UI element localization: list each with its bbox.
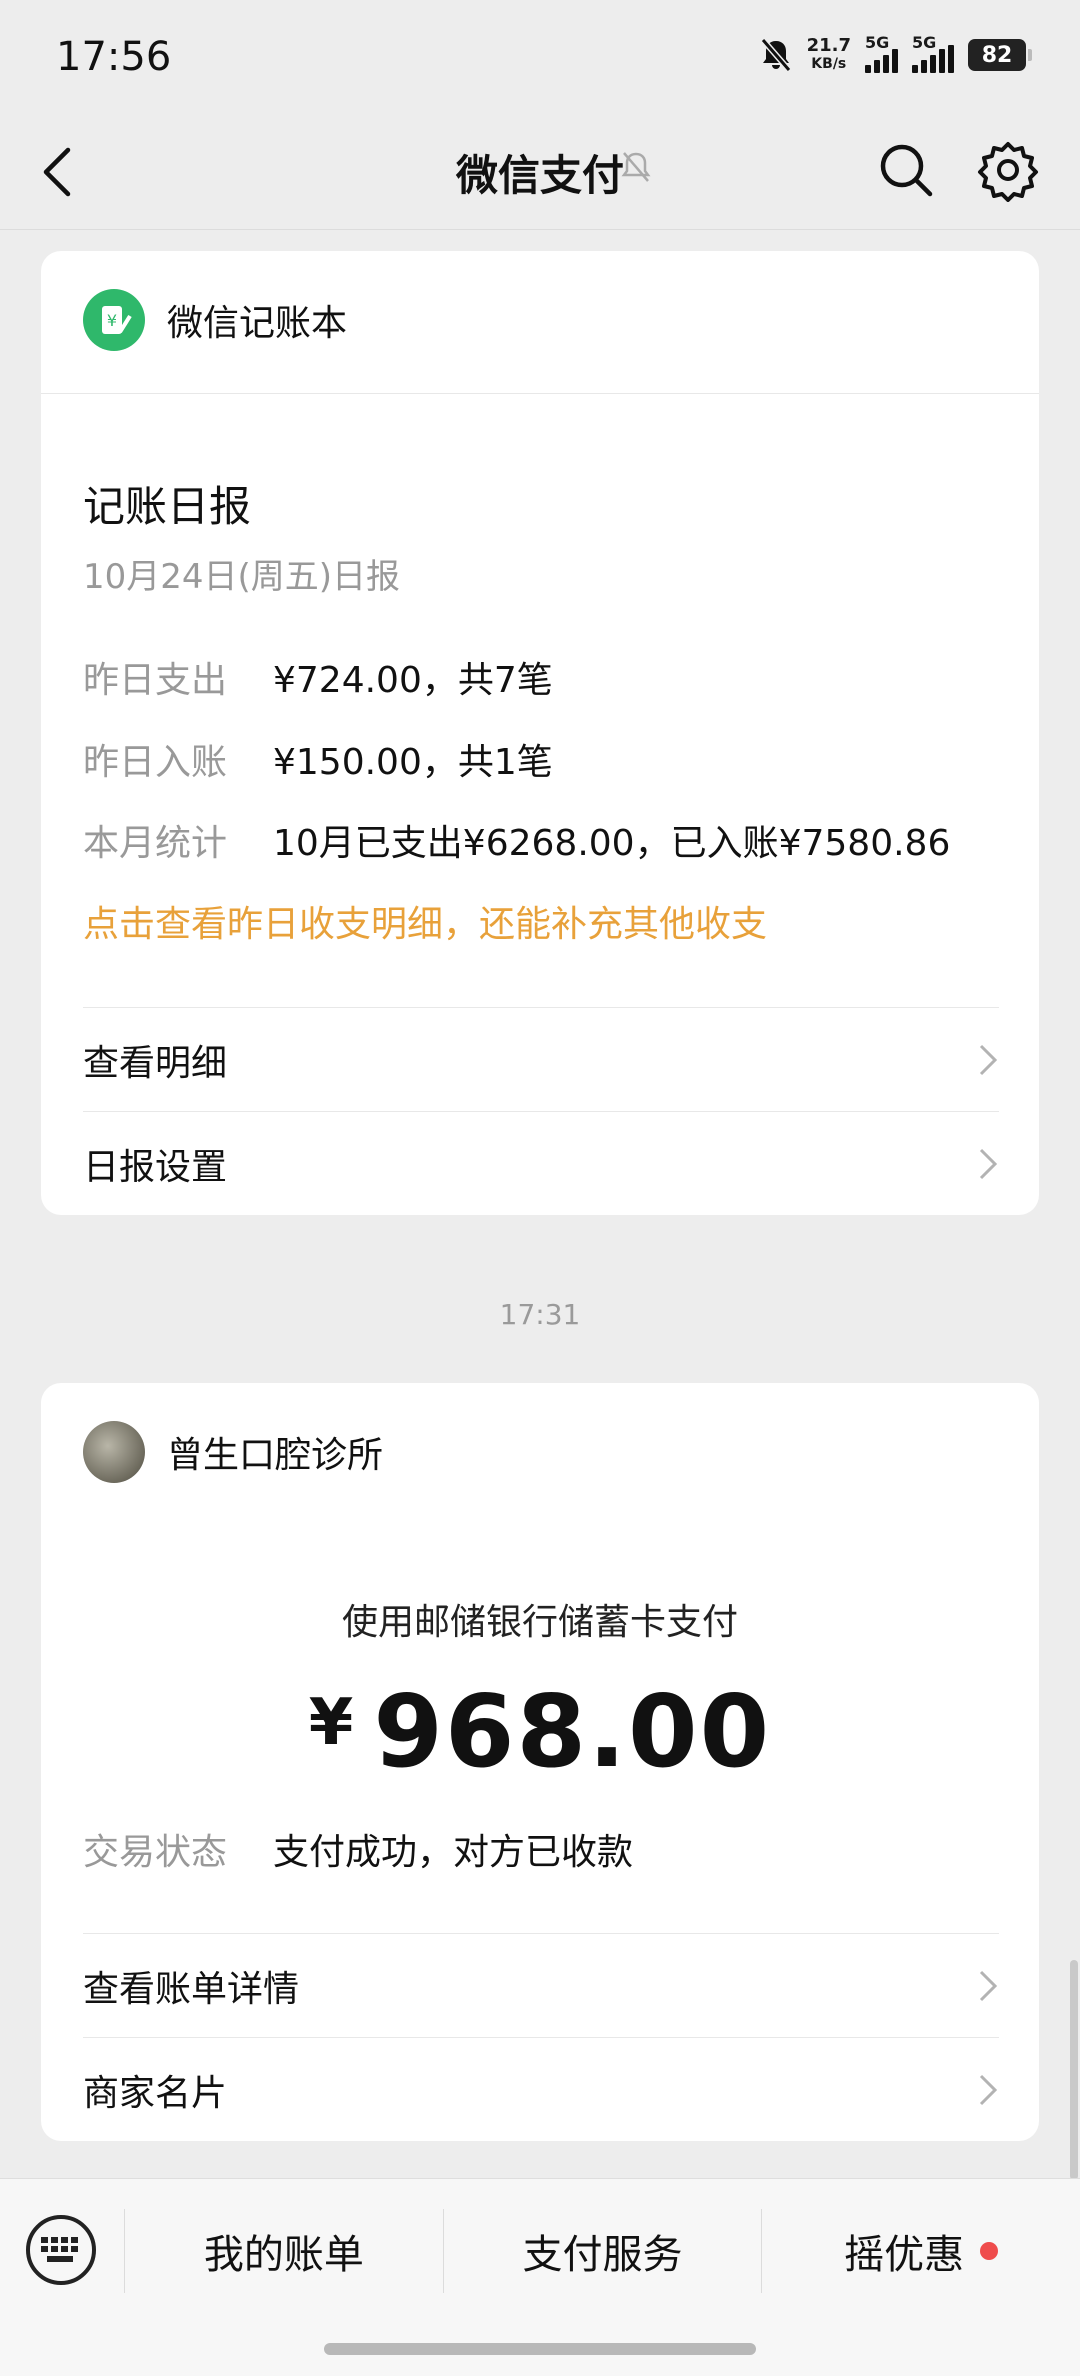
search-icon[interactable] (876, 140, 936, 200)
report-settings-item[interactable]: 日报设置 (83, 1111, 999, 1215)
tab-payment-services[interactable]: 支付服务 (442, 2209, 762, 2293)
sim2-label: 5G (912, 33, 937, 52)
amount-value: 968.00 (373, 1673, 772, 1790)
keyboard-icon[interactable] (26, 2215, 96, 2285)
tab-shake-offers[interactable]: 摇优惠 (761, 2209, 1080, 2293)
item-label: 日报设置 (83, 1146, 228, 1188)
merchant-name: 曾生口腔诊所 (167, 1435, 384, 1476)
row-label: 昨日支出 (83, 660, 228, 701)
row-label: 交易状态 (83, 1832, 228, 1873)
network-speed-unit: KB/s (811, 56, 847, 72)
notification-dot (980, 2242, 999, 2260)
network-speed: 21.7 KB/s (807, 36, 851, 74)
bottom-tabs: 我的账单 支付服务 摇优惠 (124, 2209, 1080, 2293)
payment-notice-card[interactable]: 曾生口腔诊所 使用邮储银行储蓄卡支付 ¥968.00 交易状态 支付成功，对方已… (41, 1383, 1039, 2141)
svg-text:¥: ¥ (107, 311, 117, 330)
sim1-label: 5G (865, 33, 890, 52)
report-row-expense: 昨日支出 ¥724.00，共7笔 (83, 651, 553, 703)
report-title: 记账日报 (83, 482, 252, 531)
ledger-card-header: ¥ 微信记账本 (83, 289, 347, 351)
merchant-card-item[interactable]: 商家名片 (83, 2037, 999, 2141)
divider (41, 393, 1039, 394)
item-label: 商家名片 (83, 2072, 228, 2114)
view-details-item[interactable]: 查看明细 (83, 1007, 999, 1111)
mute-bell-icon (760, 38, 791, 72)
scrollbar[interactable] (1070, 1960, 1078, 2180)
signal-icon-sim2: 5G (912, 33, 954, 73)
status-bar: 17:56 21.7 KB/s 5G 5G 82 (0, 0, 1080, 118)
currency-symbol: ¥ (308, 1686, 356, 1760)
merchant-avatar (83, 1421, 145, 1483)
report-row-monthly: 本月统计 10月已支出¥6268.00，已入账¥7580.86 (83, 814, 950, 866)
ledger-card-name: 微信记账本 (167, 303, 348, 344)
tab-label: 支付服务 (522, 2232, 683, 2278)
row-value: ¥150.00，共1笔 (273, 742, 553, 783)
payment-card-header: 曾生口腔诊所 (83, 1421, 383, 1483)
muted-bell-icon (621, 152, 651, 182)
tab-my-bills[interactable]: 我的账单 (124, 2209, 443, 2293)
network-speed-value: 21.7 (806, 35, 851, 56)
report-row-income: 昨日入账 ¥150.00，共1笔 (83, 733, 553, 785)
payment-method: 使用邮储银行储蓄卡支付 (341, 1602, 738, 1643)
item-label: 查看明细 (83, 1042, 228, 1084)
signal-icon-sim1: 5G (865, 33, 898, 73)
chevron-right-icon (979, 1148, 998, 1179)
bill-details-item[interactable]: 查看账单详情 (83, 1933, 999, 2037)
status-icons: 21.7 KB/s 5G 5G 82 (759, 33, 1032, 74)
row-value: 支付成功，对方已收款 (273, 1832, 634, 1873)
chevron-right-icon (979, 2074, 998, 2105)
chevron-right-icon (979, 1044, 998, 1075)
tab-label: 我的账单 (203, 2232, 364, 2278)
home-indicator[interactable] (324, 2343, 756, 2355)
tab-label: 摇优惠 (844, 2232, 965, 2278)
row-label: 昨日入账 (83, 742, 228, 783)
report-date: 10月24日(周五)日报 (83, 557, 401, 597)
row-value: ¥724.00，共7笔 (273, 660, 553, 701)
view-details-hint-link[interactable]: 点击查看昨日收支明细，还能补充其他收支 (83, 895, 767, 947)
message-timestamp: 17:31 (499, 1298, 581, 1331)
row-value: 10月已支出¥6268.00，已入账¥7580.86 (273, 823, 951, 864)
settings-gear-icon[interactable] (976, 138, 1040, 202)
status-time: 17:56 (56, 34, 172, 80)
payment-amount: ¥968.00 (41, 1673, 1039, 1790)
nav-bar: 微信支付 (0, 118, 1080, 230)
battery-icon: 82 (968, 39, 1032, 71)
ledger-book-icon: ¥ (83, 289, 145, 351)
ledger-report-card[interactable]: ¥ 微信记账本 记账日报 10月24日(周五)日报 昨日支出 ¥724.00，共… (41, 251, 1039, 1215)
row-label: 本月统计 (83, 823, 228, 864)
chevron-right-icon (979, 1970, 998, 2001)
transaction-status-row: 交易状态 支付成功，对方已收款 (83, 1823, 633, 1875)
item-label: 查看账单详情 (83, 1968, 300, 2010)
